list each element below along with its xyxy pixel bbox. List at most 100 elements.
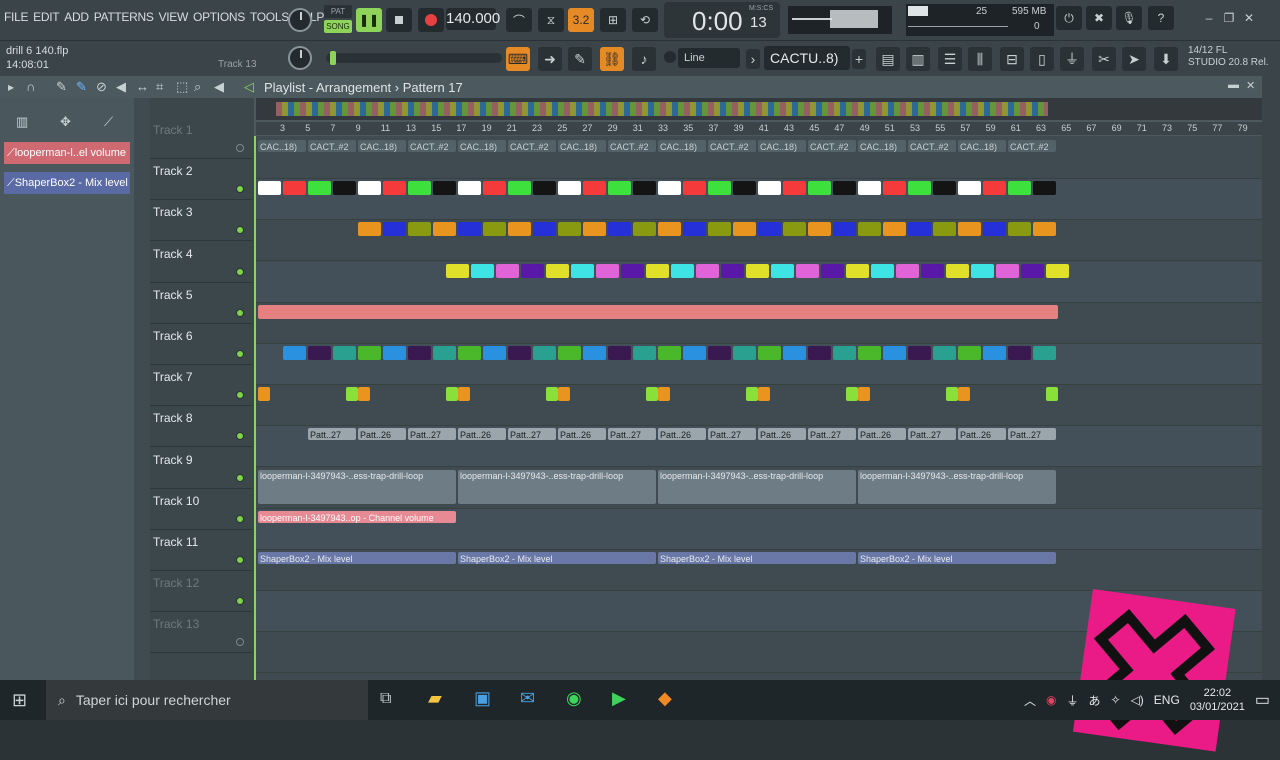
- playlist-clip[interactable]: [696, 263, 719, 278]
- track-mute-led[interactable]: [236, 350, 244, 358]
- playlist-clip[interactable]: [621, 263, 644, 278]
- playlist-clip[interactable]: [858, 181, 881, 196]
- track-header[interactable]: Track 1: [150, 118, 252, 159]
- mail-icon[interactable]: ✉: [520, 688, 535, 709]
- playlist-clip[interactable]: looperman-l-3497943-..ess-trap-drill-loo…: [458, 469, 656, 504]
- playlist-clip[interactable]: [846, 387, 858, 402]
- mixer-button[interactable]: ⫼: [968, 47, 992, 71]
- playlist-clip[interactable]: [508, 346, 531, 360]
- tools-button[interactable]: ✂: [1092, 47, 1116, 71]
- playlist-clip[interactable]: CAC..18): [658, 140, 706, 152]
- playlist-clip[interactable]: [483, 346, 506, 360]
- clip-source-item[interactable]: ⟋ShaperBox2 - Mix level: [4, 172, 130, 194]
- playlist-clip[interactable]: [571, 263, 594, 278]
- playlist-clip[interactable]: [533, 346, 556, 360]
- playlist-clip[interactable]: [633, 181, 656, 196]
- playlist-clip[interactable]: Patt..26: [458, 428, 506, 441]
- track-mute-led[interactable]: [236, 473, 244, 482]
- track-mute-led[interactable]: [236, 308, 244, 317]
- playlist-clip[interactable]: [496, 263, 519, 278]
- track-header[interactable]: Track 8: [150, 406, 252, 448]
- playlist-clip[interactable]: [871, 263, 894, 278]
- playlist-clip[interactable]: [533, 222, 556, 237]
- delete-tool-icon[interactable]: ⊘: [96, 79, 107, 95]
- playlist-clip[interactable]: [383, 346, 406, 360]
- playlist-clip[interactable]: looperman-l-3497943-..ess-trap-drill-loo…: [658, 469, 856, 504]
- typing-keyboard-button[interactable]: ⌨: [506, 47, 530, 71]
- track-mute-led[interactable]: [236, 391, 244, 400]
- playlist-vertical-scrollbar[interactable]: [1262, 76, 1280, 680]
- playlist-clip[interactable]: [633, 222, 656, 237]
- volume-icon[interactable]: ◁): [1131, 693, 1144, 707]
- track-mute-led[interactable]: [236, 514, 244, 523]
- close-button[interactable]: ✕: [1240, 8, 1258, 28]
- playlist-clip[interactable]: [358, 181, 381, 196]
- playlist-clip[interactable]: [308, 346, 331, 360]
- playlist-clip[interactable]: [908, 222, 931, 237]
- plugin-button[interactable]: ⏚: [1060, 47, 1084, 71]
- track-mute-led[interactable]: [236, 185, 244, 194]
- playlist-clip[interactable]: [708, 222, 731, 237]
- song-mode-label[interactable]: SONG: [324, 20, 352, 33]
- playlist-clip[interactable]: [546, 263, 569, 278]
- playlist-clip[interactable]: [633, 346, 656, 360]
- playlist-clip[interactable]: [483, 181, 506, 196]
- track-header[interactable]: Track 9: [150, 448, 252, 489]
- track-mute-led[interactable]: [236, 597, 244, 606]
- playlist-clip[interactable]: [683, 222, 706, 237]
- playlist-clip[interactable]: [708, 346, 731, 360]
- playlist-menu-icon[interactable]: ▸: [8, 80, 14, 94]
- playlist-clip[interactable]: [358, 346, 381, 360]
- minimize-button[interactable]: –: [1200, 8, 1218, 28]
- track-mute-led[interactable]: [236, 267, 244, 276]
- taskbar-search[interactable]: ⌕ Taper ici pour rechercher: [46, 680, 368, 720]
- playlist-clip[interactable]: [983, 222, 1006, 237]
- master-slider[interactable]: [326, 51, 502, 65]
- select-tool-icon[interactable]: ⬚: [176, 79, 188, 95]
- playlist-clip[interactable]: [958, 222, 981, 237]
- menu-add[interactable]: ADD: [64, 10, 89, 24]
- playlist-clip[interactable]: [558, 222, 581, 237]
- network-icon[interactable]: ✧: [1111, 693, 1121, 707]
- playlist-clip[interactable]: [1046, 263, 1069, 278]
- track-mute-led[interactable]: [236, 432, 244, 441]
- track-header[interactable]: Track 4: [150, 242, 252, 283]
- help-button[interactable]: ?: [1148, 6, 1174, 30]
- playlist-clip[interactable]: [258, 181, 281, 196]
- stop-button[interactable]: [386, 8, 412, 32]
- menu-edit[interactable]: EDIT: [33, 10, 59, 24]
- playlist-clip[interactable]: [283, 346, 306, 360]
- piano-roll-button[interactable]: ▥: [906, 47, 930, 71]
- task-view-icon[interactable]: ⧉: [380, 690, 391, 708]
- playlist-clip[interactable]: CACT..#2: [808, 140, 856, 152]
- playlist-clip[interactable]: [783, 181, 806, 196]
- playlist-clip[interactable]: [758, 387, 770, 402]
- playlist-clip[interactable]: [833, 222, 856, 237]
- playlist-clip[interactable]: CACT..#2: [908, 140, 956, 152]
- playlist-clip[interactable]: [808, 181, 831, 196]
- playlist-clip[interactable]: Patt..27: [708, 428, 756, 441]
- playlist-clip[interactable]: looperman-l-3497943-..ess-trap-drill-loo…: [858, 469, 1056, 504]
- playlist-close-icon[interactable]: ✕: [1246, 79, 1255, 92]
- playlist-clip[interactable]: [758, 222, 781, 237]
- playlist-clip[interactable]: [721, 263, 744, 278]
- playlist-clip[interactable]: [796, 263, 819, 278]
- playlist-clip[interactable]: CACT..#2: [508, 140, 556, 152]
- playlist-clip[interactable]: [433, 222, 456, 237]
- playlist-clip[interactable]: looperman-l-3497943..op - Channel volume: [258, 510, 456, 523]
- playlist-clip[interactable]: [533, 181, 556, 196]
- playlist-clip[interactable]: CAC..18): [558, 140, 606, 152]
- playlist-clip[interactable]: [408, 181, 431, 196]
- mute-tool-icon[interactable]: ◀: [116, 79, 126, 95]
- playlist-clip[interactable]: [1008, 222, 1031, 237]
- playlist-clip[interactable]: [808, 222, 831, 237]
- playlist-clip[interactable]: [558, 346, 581, 360]
- playlist-clip[interactable]: [946, 263, 969, 278]
- playlist-clip[interactable]: Patt..26: [758, 428, 806, 441]
- playlist-clip[interactable]: Patt..26: [958, 428, 1006, 441]
- reset-button[interactable]: ⏻: [1056, 6, 1082, 30]
- playlist-clip[interactable]: [896, 263, 919, 278]
- track-header[interactable]: Track 5: [150, 283, 252, 324]
- playlist-clip[interactable]: CAC..18): [758, 140, 806, 152]
- playlist-clip[interactable]: Patt..26: [558, 428, 606, 441]
